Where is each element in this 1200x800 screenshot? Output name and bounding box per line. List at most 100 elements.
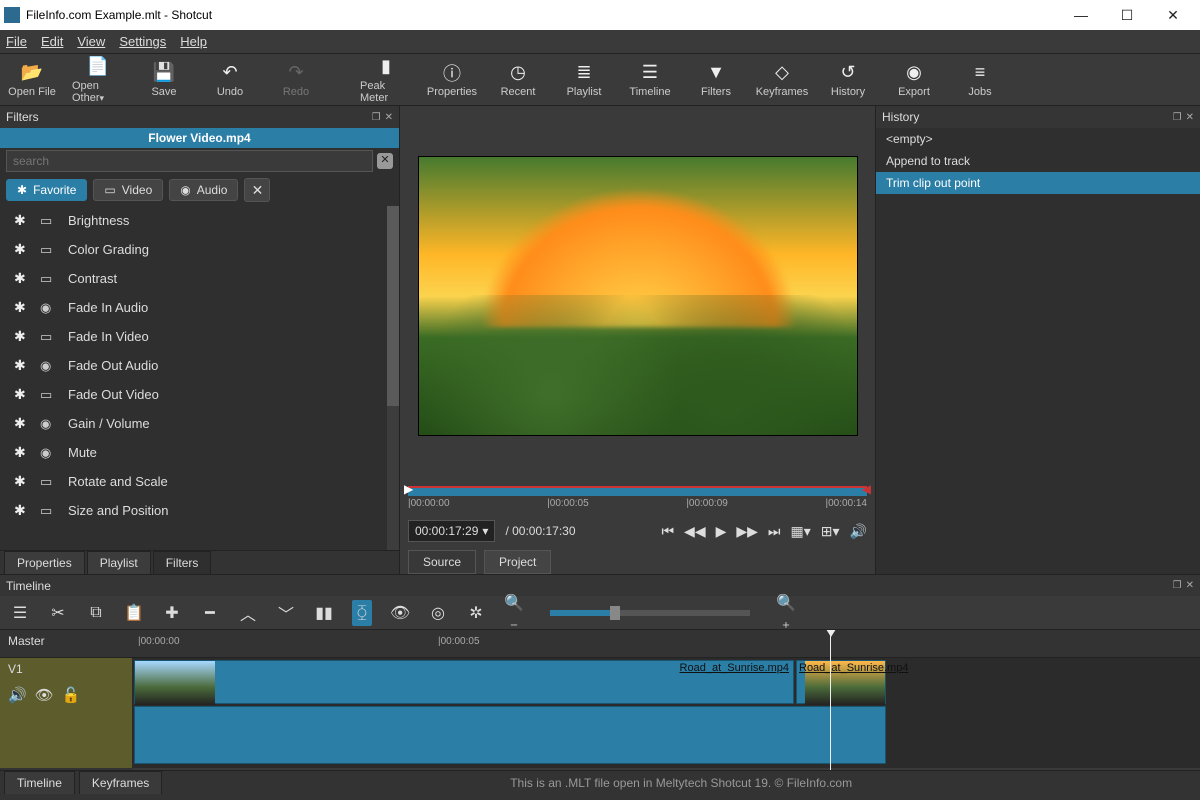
recent-button[interactable]: ◷Recent: [492, 62, 544, 98]
mute-icon[interactable]: 🔊: [8, 686, 27, 704]
filter-item[interactable]: ✱▭Brightness: [0, 206, 399, 235]
menu-icon[interactable]: ☰: [10, 603, 30, 623]
cut-icon[interactable]: ✂: [48, 603, 68, 623]
filters-button[interactable]: ▼Filters: [690, 62, 742, 98]
out-point-handle[interactable]: ◀: [862, 482, 871, 496]
overwrite-icon[interactable]: ﹀: [276, 601, 296, 625]
copy-icon[interactable]: ⧉: [86, 604, 106, 622]
append-icon[interactable]: ✚: [162, 603, 182, 623]
tab-timeline[interactable]: Timeline: [4, 771, 75, 794]
snap-icon[interactable]: ⧲: [352, 600, 372, 626]
jobs-button[interactable]: ≡Jobs: [954, 62, 1006, 98]
close-panel-icon[interactable]: ✕: [1186, 112, 1194, 123]
undock-icon[interactable]: ❐: [1173, 112, 1182, 123]
volume-icon[interactable]: 🔊: [850, 523, 867, 540]
play-icon[interactable]: ▶: [716, 523, 727, 540]
remove-icon[interactable]: ━: [200, 603, 220, 623]
open-file-button[interactable]: 📂Open File: [6, 62, 58, 98]
tab-project[interactable]: Project: [484, 550, 551, 574]
forward-icon[interactable]: ▶▶: [736, 523, 758, 540]
filter-item[interactable]: ✱◉Mute: [0, 438, 399, 467]
menu-edit[interactable]: Edit: [41, 34, 63, 49]
in-point-handle[interactable]: ▶: [404, 482, 413, 496]
filter-item[interactable]: ✱◉Fade In Audio: [0, 293, 399, 322]
menu-file[interactable]: File: [6, 34, 27, 49]
menu-settings[interactable]: Settings: [119, 34, 166, 49]
filter-tab-audio[interactable]: ◉Audio: [169, 179, 238, 201]
tab-filters[interactable]: Filters: [153, 551, 212, 574]
properties-button[interactable]: ⓘProperties: [426, 62, 478, 98]
redo-button[interactable]: ↷Redo: [270, 62, 322, 98]
zoom-fit-icon[interactable]: ▦▾: [791, 523, 811, 540]
timecode-display[interactable]: 00:00:17:29▾: [408, 520, 495, 542]
filter-item[interactable]: ✱▭Color Grading: [0, 235, 399, 264]
hide-icon[interactable]: 👁: [35, 686, 54, 704]
filters-panel: Filters ❐✕ Flower Video.mp4 ✕ ✱Favorite …: [0, 106, 400, 574]
scrub-icon[interactable]: 👁: [390, 603, 410, 623]
zoom-out-icon[interactable]: 🔍₋: [504, 593, 524, 633]
filter-tab-favorite[interactable]: ✱Favorite: [6, 179, 87, 201]
menu-help[interactable]: Help: [180, 34, 207, 49]
export-button[interactable]: ◉Export: [888, 62, 940, 98]
timeline-ruler[interactable]: |00:00:00 |00:00:05: [132, 630, 1200, 658]
close-filter-icon[interactable]: ✕: [244, 178, 270, 202]
ripple-icon[interactable]: ◎: [428, 603, 448, 623]
filter-item[interactable]: ✱◉Gain / Volume: [0, 409, 399, 438]
peak-meter-button[interactable]: ▮Peak Meter: [360, 56, 412, 104]
menu-view[interactable]: View: [77, 34, 105, 49]
timeline-body: Master V1 🔊 👁 🔓 |00:00:00 |00:00:05 Road…: [0, 630, 1200, 770]
maximize-button[interactable]: ☐: [1104, 0, 1150, 30]
save-button[interactable]: 💾Save: [138, 62, 190, 98]
history-item[interactable]: <empty>: [876, 128, 1200, 150]
filter-search-input[interactable]: [6, 150, 373, 172]
undock-icon[interactable]: ❐: [1173, 580, 1182, 591]
history-button[interactable]: ↺History: [822, 62, 874, 98]
tab-keyframes[interactable]: Keyframes: [79, 771, 162, 794]
tab-properties[interactable]: Properties: [4, 551, 85, 574]
timeline-clip[interactable]: Road_at_Sunrise.mp4: [134, 660, 794, 704]
timeline-clip[interactable]: Road_at_Sunrise.mp4: [796, 660, 886, 704]
history-item[interactable]: Append to track: [876, 150, 1200, 172]
rewind-icon[interactable]: ◀◀: [684, 523, 706, 540]
tab-playlist[interactable]: Playlist: [87, 551, 151, 574]
skip-next-icon[interactable]: ⏭: [768, 523, 781, 540]
close-panel-icon[interactable]: ✕: [385, 112, 393, 123]
video-preview[interactable]: [418, 156, 858, 436]
minimize-button[interactable]: —: [1058, 0, 1104, 30]
split-icon[interactable]: ▮▮: [314, 603, 334, 623]
filter-item[interactable]: ✱▭Fade Out Video: [0, 380, 399, 409]
zoom-in-icon[interactable]: 🔍₊: [776, 593, 796, 633]
grid-icon[interactable]: ⊞▾: [821, 523, 840, 540]
meter-icon: ▮: [375, 56, 397, 78]
playhead[interactable]: [830, 630, 831, 770]
tab-source[interactable]: Source: [408, 550, 476, 574]
master-track-head[interactable]: Master: [0, 630, 132, 658]
v1-track-head[interactable]: V1 🔊 👁 🔓: [0, 658, 132, 768]
scrollbar-thumb[interactable]: [387, 206, 399, 406]
filter-item[interactable]: ✱▭Size and Position: [0, 496, 399, 525]
paste-icon[interactable]: 📋: [124, 603, 144, 623]
timeline-button[interactable]: ☰Timeline: [624, 62, 676, 98]
clear-search-icon[interactable]: ✕: [377, 153, 393, 169]
undo-button[interactable]: ↶Undo: [204, 62, 256, 98]
history-item[interactable]: Trim clip out point: [876, 172, 1200, 194]
filter-item[interactable]: ✱▭Contrast: [0, 264, 399, 293]
ripple-all-icon[interactable]: ✲: [466, 603, 486, 623]
open-other-button[interactable]: 📄Open Other▾: [72, 56, 124, 104]
undock-icon[interactable]: ❐: [372, 112, 381, 123]
track-v1[interactable]: Road_at_Sunrise.mp4 Road_at_Sunrise.mp4: [132, 658, 1200, 768]
zoom-slider[interactable]: [550, 610, 750, 616]
lock-icon[interactable]: 🔓: [62, 686, 81, 704]
keyframes-button[interactable]: ◇Keyframes: [756, 62, 808, 98]
close-panel-icon[interactable]: ✕: [1186, 580, 1194, 591]
preview-scrubber[interactable]: ▶ ◀ |00:00:00 |00:00:05 |00:00:09 |00:00…: [408, 482, 867, 514]
lift-icon[interactable]: ︿: [238, 601, 258, 625]
filter-item[interactable]: ✱▭Rotate and Scale: [0, 467, 399, 496]
close-button[interactable]: ✕: [1150, 0, 1196, 30]
audio-waveform[interactable]: [134, 706, 886, 764]
filter-item[interactable]: ✱▭Fade In Video: [0, 322, 399, 351]
skip-prev-icon[interactable]: ⏮: [661, 523, 674, 540]
playlist-button[interactable]: ≣Playlist: [558, 62, 610, 98]
filter-item[interactable]: ✱◉Fade Out Audio: [0, 351, 399, 380]
filter-tab-video[interactable]: ▭Video: [93, 179, 163, 201]
